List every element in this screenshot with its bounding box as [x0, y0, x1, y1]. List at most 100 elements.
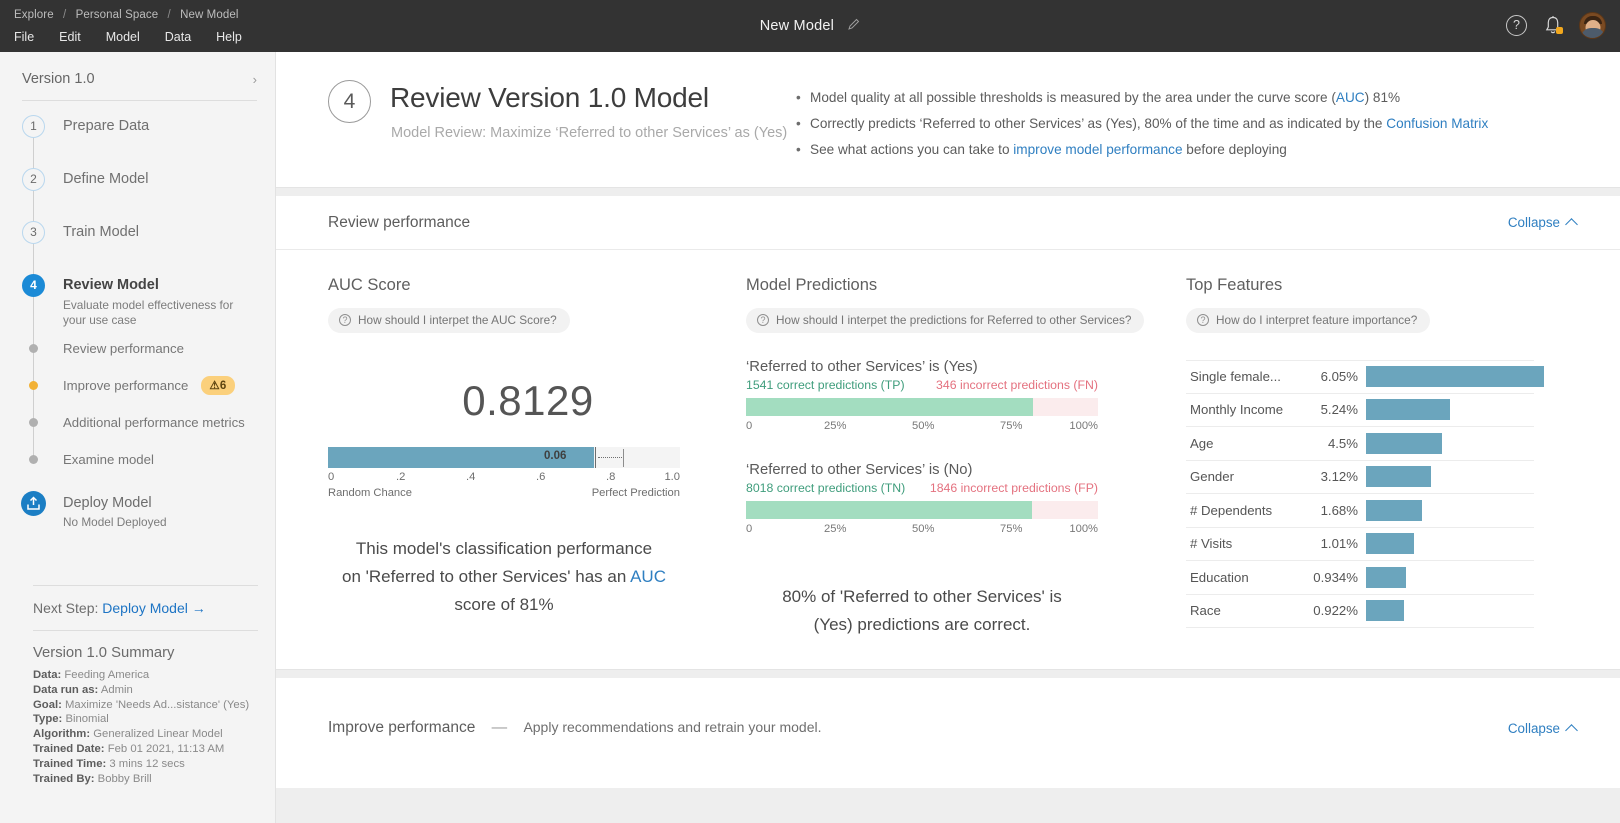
improve-performance-header: Improve performance — Apply recommendati… [276, 678, 1620, 778]
feature-name: Monthly Income [1186, 402, 1304, 417]
prediction-axis-ticks: 0 25% 50% 75% 100% [746, 523, 1098, 539]
auc-tick-0-4: .4 [466, 471, 475, 483]
summary-row: Trained By: Bobby Brill [33, 772, 258, 787]
bullet-text-pre: Correctly predicts ‘Referred to other Se… [810, 116, 1386, 131]
auc-help-pill[interactable]: ? How should I interpet the AUC Score? [328, 308, 570, 333]
pred-tick-25: 25% [824, 420, 846, 432]
auc-score-chart: 0.06 0 .2 .4 .6 .8 1.0 [328, 447, 680, 503]
summary-value: Binomial [65, 713, 108, 725]
sidebar: Version 1.0 › 1 Prepare Data 2 Define Mo… [0, 52, 276, 823]
model-predictions-card: Model Predictions ? How should I interpe… [746, 276, 1166, 639]
feature-name: Single female... [1186, 369, 1304, 384]
sidebar-item-additional-performance-metrics[interactable]: Additional performance metrics [22, 404, 275, 441]
feature-value: 1.01% [1304, 536, 1358, 551]
table-row[interactable]: Gender 3.12% [1186, 461, 1534, 495]
chevron-up-icon [1565, 724, 1578, 737]
pencil-icon[interactable] [847, 18, 860, 35]
sidebar-item-label: Improve performance [63, 378, 188, 393]
bell-icon[interactable] [1544, 15, 1562, 36]
sidebar-item-label: Examine model [63, 452, 154, 467]
sidebar-item-deploy-model[interactable]: Deploy Model No Model Deployed [22, 491, 275, 529]
next-step-prefix: Next Step: [33, 600, 98, 616]
step-number: 4 [22, 274, 45, 297]
feature-value: 1.68% [1304, 503, 1358, 518]
table-row[interactable]: Age 4.5% [1186, 427, 1534, 461]
warning-count-badge[interactable]: ⚠6 [201, 376, 235, 395]
predictions-help-pill[interactable]: ? How should I interpet the predictions … [746, 308, 1144, 333]
table-row[interactable]: # Dependents 1.68% [1186, 494, 1534, 528]
summary-row: Data: Feeding America [33, 668, 258, 683]
feature-bar-cell [1366, 494, 1534, 528]
sidebar-item-define-model[interactable]: 2 Define Model [22, 168, 275, 221]
sidebar-item-review-performance[interactable]: Review performance [22, 330, 275, 367]
incorrect-predictions-label: 1846 incorrect predictions (FP) [930, 481, 1098, 495]
collapse-label: Collapse [1508, 215, 1560, 230]
title-dash: — [492, 719, 508, 736]
pred-tick-25: 25% [824, 523, 846, 535]
sidebar-item-train-model[interactable]: 3 Train Model [22, 221, 275, 274]
table-row[interactable]: Monthly Income 5.24% [1186, 394, 1534, 428]
avatar[interactable] [1579, 12, 1606, 39]
summary-value: Generalized Linear Model [93, 728, 222, 740]
help-circle-icon[interactable]: ? [1506, 15, 1527, 36]
predictions-help-text: How should I interpet the predictions fo… [776, 313, 1131, 327]
features-help-pill[interactable]: ? How do I interpret feature importance? [1186, 308, 1430, 333]
collapse-review-performance-button[interactable]: Collapse [1508, 215, 1576, 230]
page-step-number: 4 [328, 80, 371, 123]
next-step-link[interactable]: Deploy Model → [102, 600, 206, 616]
sidebar-item-improve-performance[interactable]: Improve performance ⚠6 [22, 367, 275, 404]
table-row[interactable]: Education 0.934% [1186, 561, 1534, 595]
sidebar-steps: 1 Prepare Data 2 Define Model 3 Train Mo… [0, 115, 275, 529]
version-summary-title: Version 1.0 Summary [33, 645, 258, 661]
confusion-matrix-link[interactable]: Confusion Matrix [1386, 116, 1488, 131]
feature-value: 6.05% [1304, 369, 1358, 384]
sidebar-version-selector[interactable]: Version 1.0 › [22, 60, 257, 98]
summary-value: Admin [101, 684, 133, 696]
sidebar-divider [33, 585, 258, 586]
sidebar-item-label: Deploy Model [63, 491, 167, 515]
auc-axis-ticks: 0 .2 .4 .6 .8 1.0 [328, 471, 680, 487]
bullet-text-pre: See what actions you can take to [810, 142, 1013, 157]
avatar-body [1581, 28, 1605, 38]
table-row[interactable]: # Visits 1.01% [1186, 528, 1534, 562]
summary-row: Goal: Maximize 'Needs Ad...sistance' (Ye… [33, 698, 258, 713]
pred-tick-100: 100% [1069, 420, 1098, 432]
sidebar-item-examine-model[interactable]: Examine model [22, 441, 275, 478]
sidebar-divider [33, 630, 258, 631]
sidebar-item-prepare-data[interactable]: 1 Prepare Data [22, 115, 275, 168]
pred-tick-50: 50% [912, 523, 934, 535]
feature-bar [1366, 533, 1414, 554]
pred-tick-50: 50% [912, 420, 934, 432]
auc-link[interactable]: AUC [1336, 90, 1365, 105]
feature-bar-cell [1366, 360, 1534, 394]
table-row[interactable]: Single female... 6.05% [1186, 360, 1534, 394]
improve-model-performance-link[interactable]: improve model performance [1013, 142, 1182, 157]
table-row[interactable]: Race 0.922% [1186, 595, 1534, 629]
summary-value: 3 mins 12 secs [109, 758, 184, 770]
auc-note-line-2: on 'Referred to other Services' has an A… [328, 563, 680, 591]
auc-axis-left-label: Random Chance [328, 487, 412, 499]
chevron-right-icon[interactable]: › [253, 72, 257, 87]
sidebar-item-review-model[interactable]: 4 Review Model Evaluate model effectiven… [22, 274, 275, 330]
review-performance-panel: Review performance Collapse AUC Score ? … [276, 196, 1620, 670]
improve-panel-title: Improve performance [328, 719, 475, 736]
collapse-improve-performance-button[interactable]: Collapse [1508, 721, 1576, 736]
feature-bar [1366, 366, 1544, 387]
feature-bar-cell [1366, 427, 1534, 461]
auc-inline-link[interactable]: AUC [630, 567, 666, 586]
pred-tick-0: 0 [746, 420, 752, 432]
review-performance-header: Review performance Collapse [276, 196, 1620, 250]
feature-bar [1366, 567, 1406, 588]
auc-score-value: 0.8129 [328, 377, 728, 425]
auc-tick-0-2: .2 [396, 471, 405, 483]
feature-bar-cell [1366, 527, 1534, 561]
summary-key: Data: [33, 669, 61, 681]
summary-key: Trained Time: [33, 758, 106, 770]
question-icon: ? [339, 314, 351, 326]
window-title: New Model [0, 17, 1620, 34]
feature-bar [1366, 600, 1404, 621]
step-number: 3 [22, 221, 45, 244]
question-icon: ? [1197, 314, 1209, 326]
feature-bar [1366, 399, 1450, 420]
sidebar-version-label: Version 1.0 [22, 71, 95, 87]
